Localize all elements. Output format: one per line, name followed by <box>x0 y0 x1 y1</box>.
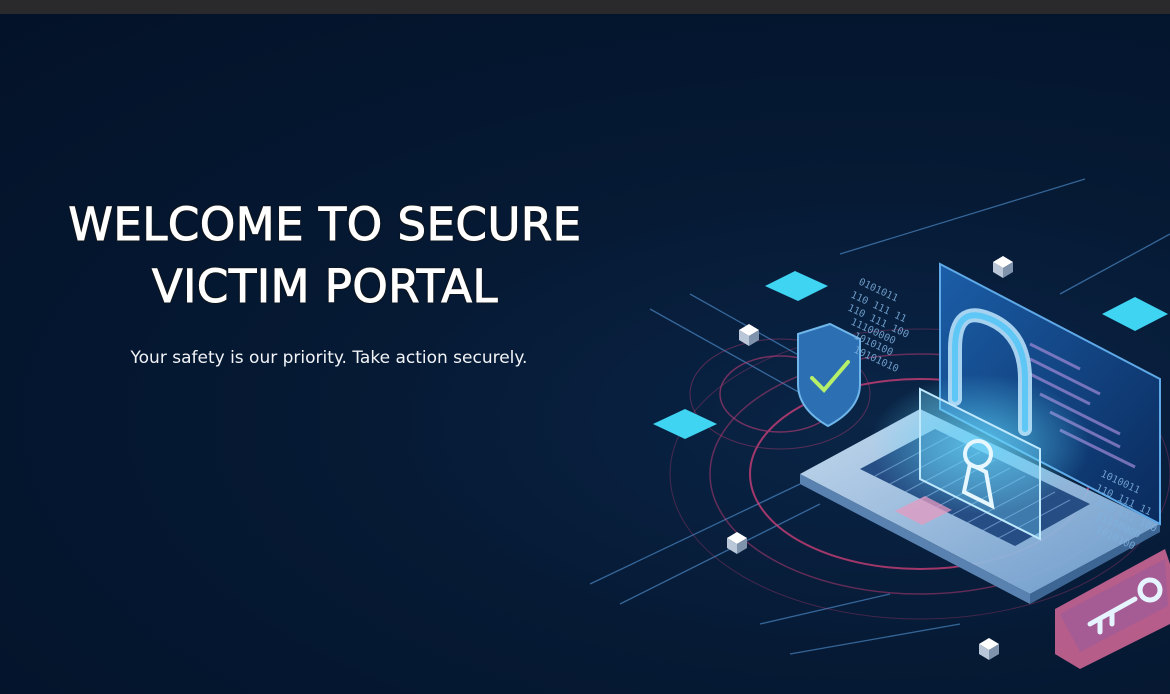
cube-icon <box>739 324 759 346</box>
shield-check-icon <box>797 322 861 428</box>
cube-icon <box>979 638 999 660</box>
tile-icon <box>653 409 717 439</box>
hero-subtitle: Your safety is our priority. Take action… <box>130 348 528 368</box>
tile-icon <box>1102 297 1168 331</box>
hero-title-line-1: WELCOME TO SECURE <box>68 198 582 252</box>
browser-top-strip <box>0 0 1170 14</box>
cyber-security-illustration: 0101011 110 111 11 110 111 100 11100000 … <box>589 178 1170 669</box>
hero-section: WELCOME TO SECURE VICTIM PORTAL Your saf… <box>0 14 1170 694</box>
hero-title-line-2: VICTIM PORTAL <box>151 260 499 314</box>
hero-title: WELCOME TO SECURE VICTIM PORTAL <box>40 194 610 318</box>
cube-icon <box>993 256 1013 278</box>
tile-icon <box>765 271 828 301</box>
cube-icon <box>727 532 747 554</box>
